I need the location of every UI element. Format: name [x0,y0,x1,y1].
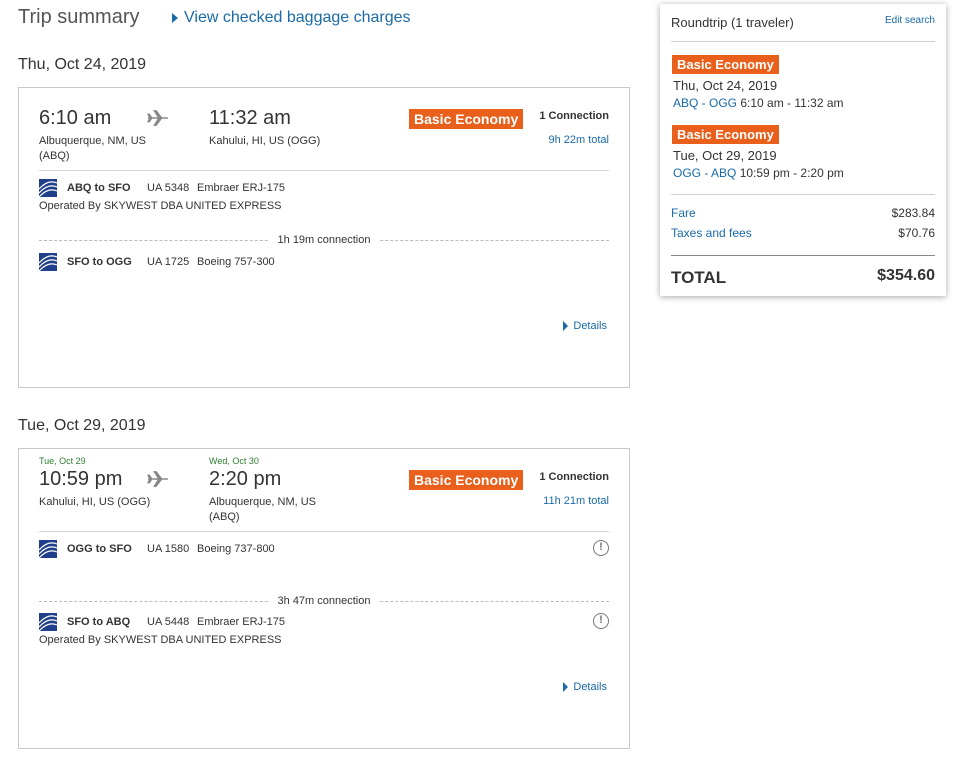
return-arrive-small-date: Wed, Oct 30 [209,456,259,466]
segment-route: ABQ to SFO [67,182,131,194]
segment-flight-number: UA 1725 [147,256,190,268]
segment-aircraft: Boeing 757-300 [197,256,275,268]
outbound-depart-time: 6:10 am [39,107,112,129]
fare-class-badge: Basic Economy [672,125,779,144]
summary-route-codes[interactable]: OGG - ABQ [673,166,736,180]
airplane-icon [147,110,168,126]
segment-row: SFO to ABQ UA 5448 Embraer ERJ-175 [39,613,285,631]
details-label: Details [573,320,607,332]
return-flight-card: Tue, Oct 29 10:59 pm Kahului, HI, US (OG… [18,448,630,749]
details-link[interactable]: Details [563,320,607,332]
fare-label[interactable]: Fare [671,206,696,220]
taxes-label[interactable]: Taxes and fees [671,226,752,240]
outbound-depart-place: Albuquerque, NM, US (ABQ) [39,135,146,162]
details-link[interactable]: Details [563,681,607,693]
divider [671,255,935,256]
divider [671,41,935,42]
operated-by: Operated By SKYWEST DBA UNITED EXPRESS [39,634,282,646]
segment-flight-number: UA 5448 [147,616,190,628]
details-label: Details [573,681,607,693]
segment-route: SFO to OGG [67,256,132,268]
fare-class-badge: Basic Economy [672,55,779,74]
caret-right-icon [172,13,178,23]
summary-title: Roundtrip (1 traveler) [671,15,794,30]
warning-info-icon[interactable]: ! [593,613,609,629]
fare-class-badge: Basic Economy [409,470,524,490]
segment-row: SFO to OGG UA 1725 Boeing 757-300 [39,253,275,271]
taxes-value: $70.76 [898,226,935,240]
segment-route: OGG to SFO [67,543,132,555]
divider [671,194,935,195]
operated-by: Operated By SKYWEST DBA UNITED EXPRESS [39,200,282,212]
total-duration-link[interactable]: 11h 21m total [543,495,609,507]
edit-search-link[interactable]: Edit search [885,15,935,26]
summary-route-times: 10:59 pm - 2:20 pm [739,166,844,180]
total-label: TOTAL [671,268,727,287]
outbound-arrive-time: 11:32 am [209,107,291,129]
summary-trip-date: Thu, Oct 24, 2019 [673,78,778,93]
segment-row: ABQ to SFO UA 5348 Embraer ERJ-175 [39,179,285,197]
return-depart-time: 10:59 pm [39,468,123,490]
segment-route: SFO to ABQ [67,616,131,628]
fare-value: $283.84 [891,206,935,220]
baggage-charges-link[interactable]: View checked baggage charges [172,9,411,27]
connection-count: 1 Connection [539,110,609,122]
segment-aircraft: Embraer ERJ-175 [197,182,286,194]
fare-class-badge: Basic Economy [409,109,524,129]
total-duration-link[interactable]: 9h 22m total [548,134,609,146]
summary-trip-route: OGG - ABQ 10:59 pm - 2:20 pm [673,166,844,180]
return-arrive-place: Albuquerque, NM, US (ABQ) [209,496,316,523]
return-times-row: Tue, Oct 29 10:59 pm Kahului, HI, US (OG… [39,449,609,532]
price-summary-panel: Roundtrip (1 traveler) Edit search Basic… [660,4,946,296]
warning-info-icon[interactable]: ! [593,540,609,556]
return-arrive-time: 2:20 pm [209,468,282,490]
united-logo-icon [39,613,57,631]
segment-aircraft: Embraer ERJ-175 [197,616,286,628]
connection-divider: 3h 47m connection [39,595,609,607]
summary-trip-route: ABQ - OGG 6:10 am - 11:32 am [673,96,844,110]
segment-flight-number: UA 1580 [147,543,190,555]
summary-trip-date: Tue, Oct 29, 2019 [673,148,777,163]
united-logo-icon [39,179,57,197]
segment-row: OGG to SFO UA 1580 Boeing 737-800 [39,540,275,558]
caret-right-icon [563,321,569,331]
connection-divider: 1h 19m connection [39,234,609,246]
outbound-arrive-place: Kahului, HI, US (OGG) [209,135,321,147]
return-depart-small-date: Tue, Oct 29 [39,456,86,466]
connection-duration: 1h 19m connection [269,234,379,246]
united-logo-icon [39,540,57,558]
baggage-charges-label: View checked baggage charges [184,9,411,26]
summary-route-codes[interactable]: ABQ - OGG [673,96,737,110]
airplane-icon [147,471,168,487]
total-value: $354.60 [877,267,935,284]
page-title: Trip summary [18,6,140,28]
connection-duration: 3h 47m connection [269,595,379,607]
united-logo-icon [39,253,57,271]
outbound-flight-card: 6:10 am Albuquerque, NM, US (ABQ) 11:32 … [18,87,630,388]
connection-count: 1 Connection [539,471,609,483]
segment-aircraft: Boeing 737-800 [197,543,275,555]
outbound-times-row: 6:10 am Albuquerque, NM, US (ABQ) 11:32 … [39,88,609,171]
caret-right-icon [563,682,569,692]
segment-flight-number: UA 5348 [147,182,190,194]
return-depart-place: Kahului, HI, US (OGG) [39,496,151,508]
outbound-date-heading: Thu, Oct 24, 2019 [18,56,147,73]
summary-route-times: 6:10 am - 11:32 am [740,96,844,110]
return-date-heading: Tue, Oct 29, 2019 [18,417,146,434]
